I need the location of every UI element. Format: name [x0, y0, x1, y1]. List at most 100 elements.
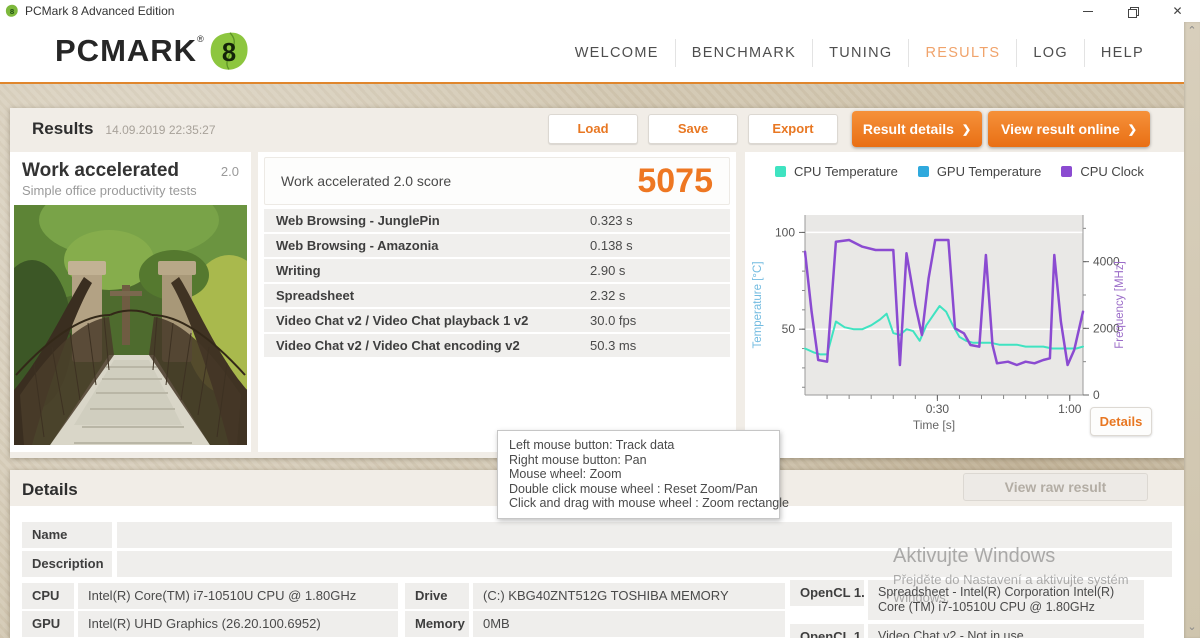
minimize-icon [1083, 11, 1093, 12]
detail-value [117, 522, 1172, 548]
svg-text:8: 8 [10, 7, 15, 16]
svg-text:100: 100 [775, 225, 795, 239]
results-timestamp: 14.09.2019 22:35:27 [105, 123, 215, 137]
detail-value: Spreadsheet - Intel(R) Corporation Intel… [868, 580, 1144, 620]
results-title: Results [32, 119, 93, 139]
view-result-online-button[interactable]: View result online ❯ [988, 111, 1150, 147]
metric-row: Writing 2.90 s [264, 259, 730, 282]
logo-text: PCMARK [55, 30, 197, 72]
nav-item-benchmark[interactable]: BENCHMARK [675, 39, 812, 67]
legend-item: CPU Clock [1061, 164, 1144, 179]
metric-row: Video Chat v2 / Video Chat encoding v2 50… [264, 334, 730, 357]
tooltip-line: Double click mouse wheel : Reset Zoom/Pa… [509, 482, 768, 497]
save-button[interactable]: Save [648, 114, 738, 144]
test-info-panel: Work accelerated 2.0 Simple office produ… [10, 152, 251, 452]
detail-label: Description [22, 551, 112, 577]
score-value: 5075 [637, 162, 713, 201]
detail-value: Intel(R) Core(TM) i7-10510U CPU @ 1.80GH… [78, 583, 398, 609]
scroll-down-icon[interactable]: ⌄ [1184, 620, 1200, 636]
detail-value: 0MB [473, 611, 785, 637]
metric-value: 0.138 s [590, 238, 633, 253]
close-icon: ✕ [1172, 4, 1182, 18]
detail-label: OpenCL 1.1 [790, 580, 864, 606]
view-raw-result-button[interactable]: View raw result [963, 473, 1148, 501]
test-version: 2.0 [221, 164, 239, 179]
metric-label: Web Browsing - Amazonia [276, 238, 439, 253]
metric-value: 2.90 s [590, 263, 625, 278]
tooltip-line: Click and drag with mouse wheel : Zoom r… [509, 496, 768, 511]
vertical-scrollbar[interactable]: ⌃ ⌄ [1184, 22, 1200, 638]
tooltip-line: Mouse wheel: Zoom [509, 467, 768, 482]
metric-table: Web Browsing - JunglePin0.323 sWeb Brows… [264, 209, 730, 359]
restore-button[interactable] [1110, 0, 1155, 22]
metric-label: Writing [276, 263, 321, 278]
metric-label: Spreadsheet [276, 288, 354, 303]
logo-registered-mark: ® [197, 30, 204, 48]
minimize-button[interactable] [1065, 0, 1110, 22]
legend-swatch-icon [918, 166, 929, 177]
nav-item-welcome[interactable]: WELCOME [559, 39, 675, 67]
title-bar: 8 PCMark 8 Advanced Edition ✕ [0, 0, 1200, 22]
test-subtitle: Simple office productivity tests [10, 182, 251, 198]
nav-item-help[interactable]: HELP [1084, 39, 1160, 67]
close-button[interactable]: ✕ [1155, 0, 1200, 22]
score-label: Work accelerated 2.0 score [281, 173, 451, 189]
score-panel: Work accelerated 2.0 score 5075 Web Brow… [258, 152, 736, 452]
chevron-right-icon: ❯ [962, 123, 971, 136]
svg-text:Temperature [°C]: Temperature [°C] [752, 261, 764, 348]
export-button[interactable]: Export [748, 114, 838, 144]
metric-row: Video Chat v2 / Video Chat playback 1 v2… [264, 309, 730, 332]
nav-item-results[interactable]: RESULTS [908, 39, 1016, 67]
metric-value: 2.32 s [590, 288, 625, 303]
test-name: Work accelerated [22, 160, 179, 182]
legend-swatch-icon [1061, 166, 1072, 177]
metric-label: Video Chat v2 / Video Chat encoding v2 [276, 338, 520, 353]
nav-item-tuning[interactable]: TUNING [812, 39, 908, 67]
scroll-up-icon[interactable]: ⌃ [1184, 24, 1200, 40]
load-button[interactable]: Load [548, 114, 638, 144]
chart-legend: CPU Temperature GPU Temperature CPU Clock [775, 164, 1144, 179]
nav-item-log[interactable]: LOG [1016, 39, 1084, 67]
window-title: PCMark 8 Advanced Edition [25, 4, 174, 18]
detail-label: Memory [405, 611, 469, 637]
detail-value: Intel(R) UHD Graphics (26.20.100.6952) [78, 611, 398, 637]
detail-value: Video Chat v2 - Not in use [868, 624, 1144, 638]
chart-details-button[interactable]: Details [1090, 407, 1152, 436]
result-details-button[interactable]: Result details ❯ [852, 111, 982, 147]
legend-item: GPU Temperature [918, 164, 1042, 179]
nav-bar: PCMARK ® 8 WELCOMEBENCHMARKTUNINGRESULTS… [0, 22, 1200, 84]
detail-value [117, 551, 1172, 577]
tooltip-line: Right mouse button: Pan [509, 453, 768, 468]
detail-label: Name [22, 522, 112, 548]
metric-value: 50.3 ms [590, 338, 636, 353]
test-thumbnail-bridge-image [14, 205, 247, 445]
metric-row: Spreadsheet 2.32 s [264, 284, 730, 307]
svg-text:8: 8 [222, 39, 236, 67]
details-title: Details [22, 480, 78, 500]
app-leaf-icon: 8 [5, 4, 19, 18]
tooltip-line: Left mouse button: Track data [509, 438, 768, 453]
app-window: 8 PCMark 8 Advanced Edition ✕ PCMARK ® 8… [0, 0, 1200, 638]
content-area: Results 14.09.2019 22:35:27 Load Save Ex… [0, 84, 1200, 638]
detail-value: (C:) KBG40ZNT512G TOSHIBA MEMORY [473, 583, 785, 609]
details-body: NameDescriptionCPUIntel(R) Core(TM) i7-1… [10, 506, 1184, 638]
svg-text:Frequency [MHz]: Frequency [MHz] [1114, 261, 1126, 349]
svg-text:0:30: 0:30 [926, 402, 950, 416]
svg-text:Time [s]: Time [s] [913, 418, 955, 432]
pcmark-logo: PCMARK ® 8 [55, 30, 251, 74]
metric-label: Video Chat v2 / Video Chat playback 1 v2 [276, 313, 528, 328]
detail-label: Drive [405, 583, 469, 609]
metric-value: 30.0 fps [590, 313, 636, 328]
metric-row: Web Browsing - JunglePin0.323 s [264, 209, 730, 232]
legend-swatch-icon [775, 166, 786, 177]
restore-icon [1128, 7, 1137, 16]
nav-menu: WELCOMEBENCHMARKTUNINGRESULTSLOGHELP [559, 39, 1160, 67]
detail-label: GPU [22, 611, 74, 637]
legend-item: CPU Temperature [775, 164, 898, 179]
metric-label: Web Browsing - JunglePin [276, 213, 440, 228]
svg-text:50: 50 [782, 322, 796, 336]
svg-text:1:00: 1:00 [1058, 402, 1082, 416]
logo-leaf-8-icon: 8 [207, 30, 251, 74]
detail-label: OpenCL 1.1 [790, 624, 864, 638]
results-card: Results 14.09.2019 22:35:27 Load Save Ex… [10, 108, 1184, 458]
